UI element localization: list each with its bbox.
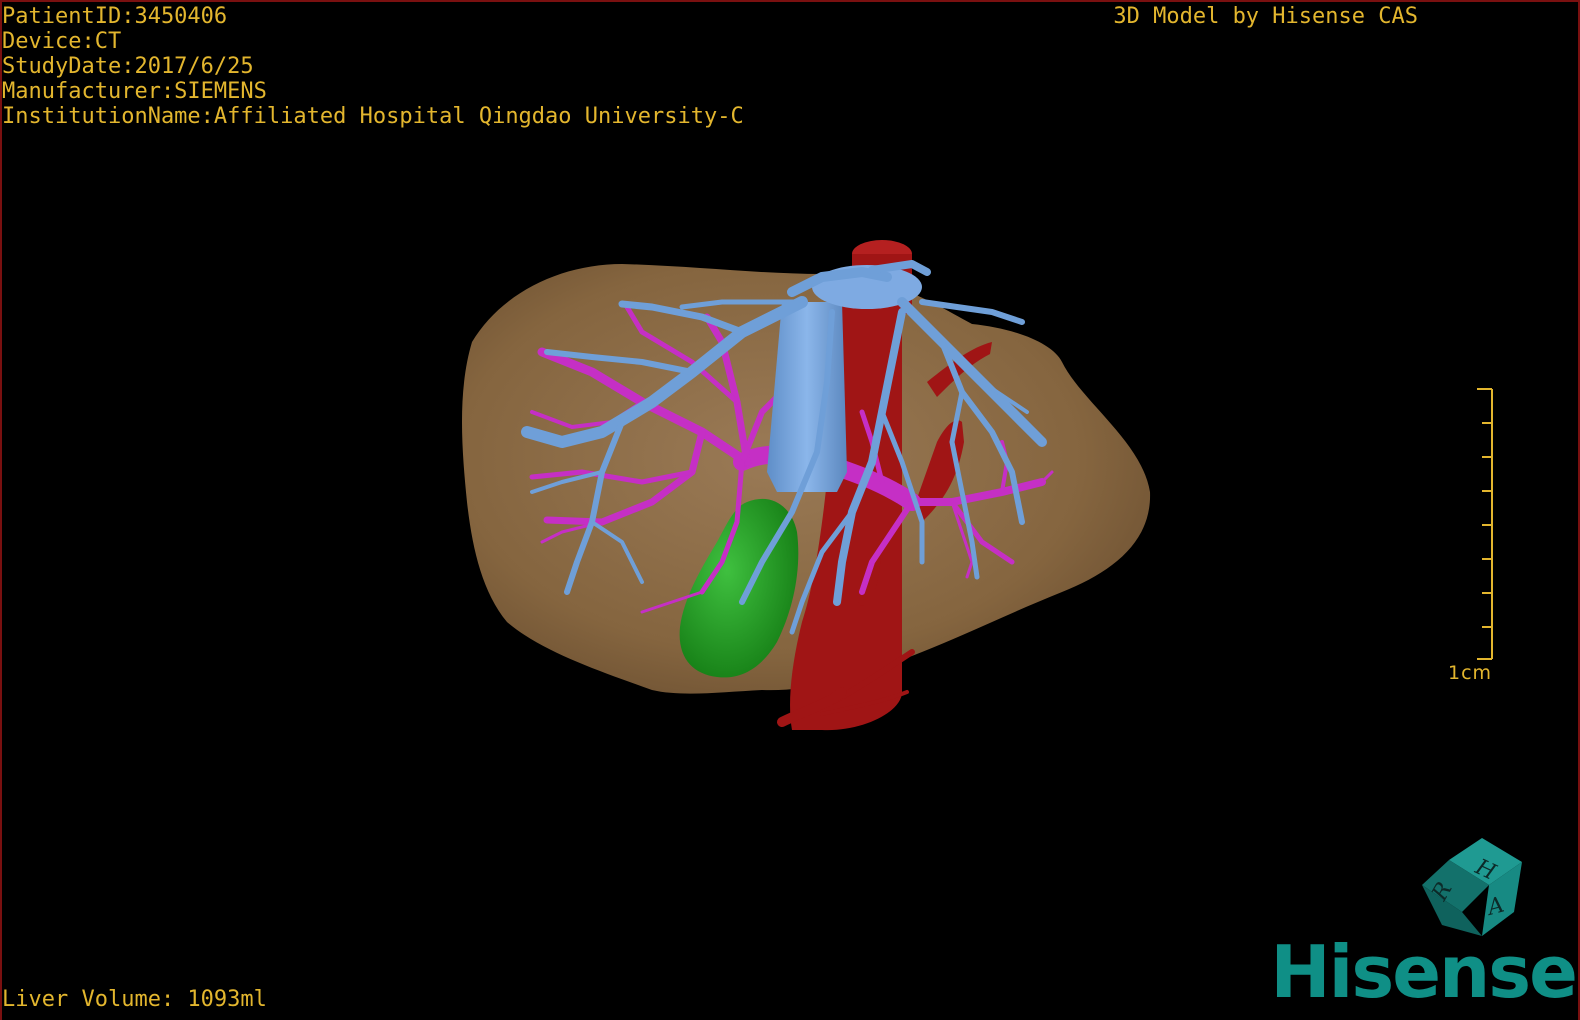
scale-bar-label: 1cm: [1448, 662, 1493, 684]
liver-3d-model[interactable]: [2, 2, 1580, 1020]
3d-viewer-viewport[interactable]: PatientID:3450406 Device:CT StudyDate:20…: [0, 0, 1580, 1020]
liver-volume-text: Liver Volume: 1093ml: [2, 987, 267, 1012]
hisense-logo: Hisense: [1270, 930, 1578, 1014]
scale-bar: [1477, 388, 1493, 660]
